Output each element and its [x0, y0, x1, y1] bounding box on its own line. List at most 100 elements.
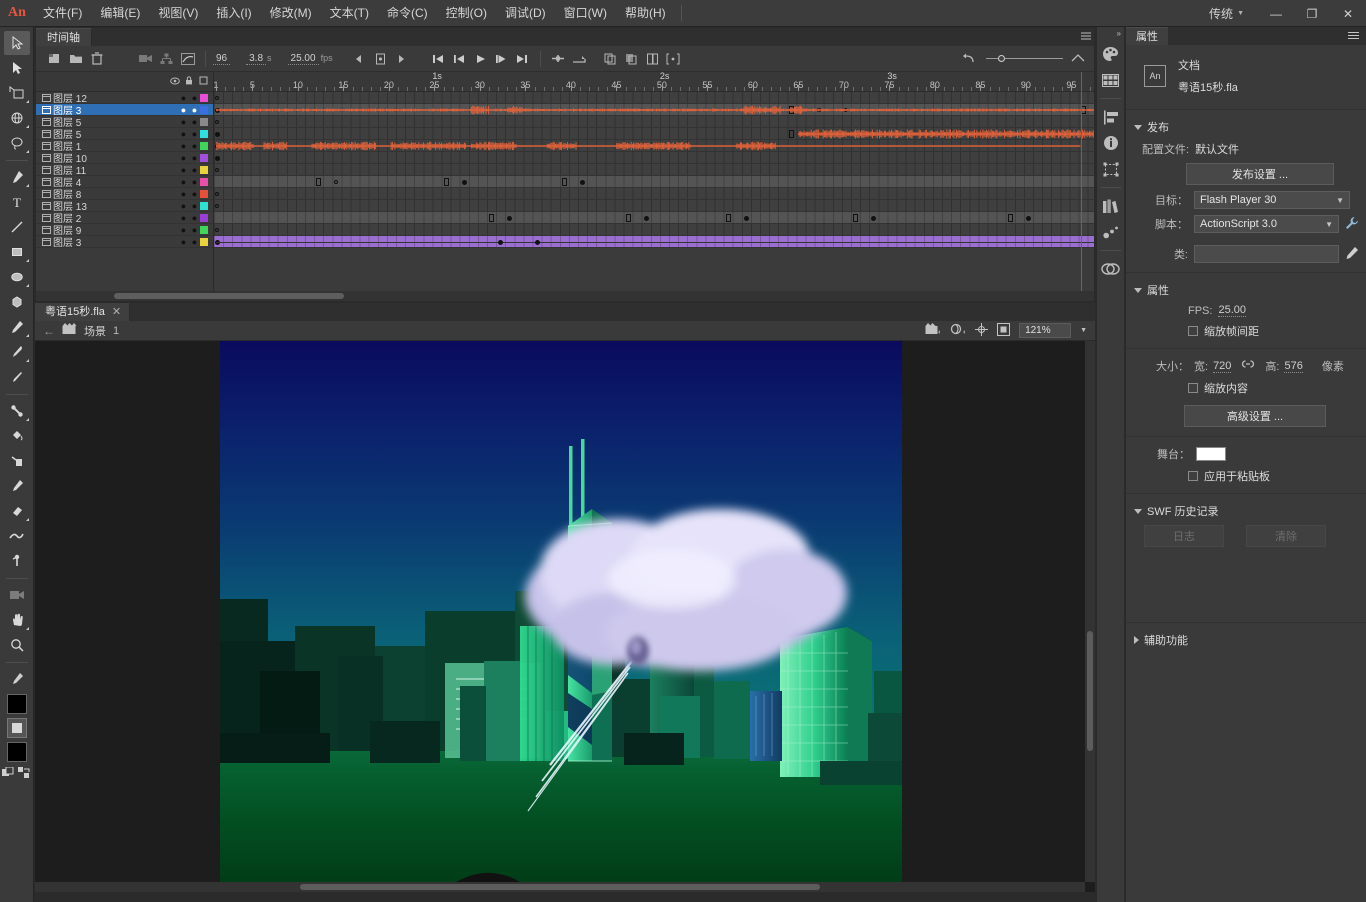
layer-outline-color[interactable]: [200, 165, 208, 174]
script-select[interactable]: ActionScript 3.0 ▼: [1194, 215, 1339, 233]
height-value[interactable]: 576: [1284, 360, 1303, 373]
frame-row[interactable]: [214, 128, 1094, 140]
frame-row[interactable]: [214, 164, 1094, 176]
frame-row[interactable]: [214, 152, 1094, 164]
frame-row[interactable]: [214, 236, 1094, 248]
keyframe-marker[interactable]: [215, 96, 219, 100]
brush-tool[interactable]: [4, 340, 30, 364]
menu-file[interactable]: 文件(F): [34, 0, 91, 27]
lock-icon[interactable]: [183, 76, 195, 87]
stroke-color-swatch[interactable]: [6, 694, 27, 714]
frame-row[interactable]: [214, 104, 1094, 116]
swf-clear-button[interactable]: 清除: [1246, 525, 1326, 547]
keyframe-marker[interactable]: [316, 178, 322, 186]
onion-skin-outline-icon[interactable]: [621, 48, 642, 70]
keyframe-marker[interactable]: [443, 178, 449, 186]
menu-edit[interactable]: 编辑(E): [91, 0, 149, 27]
properties-panel-menu-icon[interactable]: [1348, 32, 1359, 41]
creative-cloud-icon[interactable]: [1098, 256, 1123, 282]
chevron-down-icon[interactable]: [1134, 508, 1142, 514]
pen-tool[interactable]: [4, 165, 30, 189]
subselection-tool[interactable]: [4, 56, 30, 80]
class-input[interactable]: [1194, 245, 1339, 263]
new-layer-icon[interactable]: [44, 48, 65, 70]
keyframe-marker[interactable]: [215, 120, 219, 124]
delete-layer-icon[interactable]: [86, 48, 107, 70]
layer-outline-color[interactable]: [200, 153, 208, 162]
current-frame-value[interactable]: 96: [213, 53, 231, 65]
rectangle-tool[interactable]: [4, 240, 30, 264]
attributes-section-header[interactable]: 属性: [1126, 279, 1366, 301]
current-frame-readout[interactable]: 96: [213, 53, 231, 65]
keyframe-marker[interactable]: [725, 214, 731, 222]
keyframe-marker[interactable]: [743, 216, 749, 221]
publish-settings-button[interactable]: 发布设置 ...: [1186, 163, 1334, 185]
menu-commands[interactable]: 命令(C): [378, 0, 437, 27]
frame-row[interactable]: [214, 140, 1094, 152]
elapsed-time-value[interactable]: 3.8: [246, 53, 267, 65]
timeline-ruler[interactable]: 1510152025303540455055606570758085909510…: [214, 72, 1094, 92]
edit-multiple-frames-icon[interactable]: [642, 48, 663, 70]
keyframe-marker[interactable]: [643, 216, 649, 221]
layer-outline-color[interactable]: [200, 129, 208, 138]
playhead[interactable]: [1080, 72, 1082, 291]
keyframe-marker[interactable]: [215, 156, 220, 161]
minimize-button[interactable]: —: [1258, 0, 1294, 27]
hand-tool[interactable]: [4, 608, 30, 632]
selection-tool[interactable]: [3, 31, 30, 55]
symbol-edit-icon[interactable]: [950, 323, 966, 338]
paint-brush-tool[interactable]: [4, 365, 30, 389]
wrench-icon[interactable]: [1345, 216, 1361, 233]
swf-log-button[interactable]: 日志: [1144, 525, 1224, 547]
color-panel-icon[interactable]: [1098, 41, 1123, 67]
keyframe-marker[interactable]: [215, 228, 219, 232]
layer-lock-toggle[interactable]: ●: [189, 236, 200, 248]
new-folder-icon[interactable]: [65, 48, 86, 70]
keyframe-marker[interactable]: [1007, 214, 1013, 222]
layer-visibility-toggle[interactable]: ●: [178, 236, 189, 248]
paint-bucket-tool[interactable]: [4, 424, 30, 448]
timeline-panel-menu-icon[interactable]: [1081, 31, 1091, 41]
swf-history-header[interactable]: SWF 历史记录: [1126, 500, 1366, 522]
prev-keyframe-icon[interactable]: [349, 48, 370, 70]
keyframe-marker[interactable]: [215, 192, 219, 196]
step-forward-icon[interactable]: [491, 48, 512, 70]
info-panel-icon[interactable]: [1098, 130, 1123, 156]
stage-vertical-scrollbar[interactable]: [1085, 341, 1095, 882]
frame-row[interactable]: [214, 188, 1094, 200]
fill-color-swatch[interactable]: [6, 718, 27, 738]
keyframe-marker[interactable]: [625, 214, 631, 222]
undo-icon[interactable]: [957, 48, 978, 70]
align-panel-icon[interactable]: [1098, 104, 1123, 130]
width-tool[interactable]: [4, 524, 30, 548]
go-to-first-frame-icon[interactable]: [428, 48, 449, 70]
fps-value[interactable]: 25.00: [287, 53, 319, 65]
3d-rotation-tool[interactable]: [4, 106, 30, 130]
fps-value[interactable]: 25.00: [1218, 304, 1246, 317]
parenting-view-icon[interactable]: [156, 48, 177, 70]
center-stage-icon[interactable]: [975, 322, 989, 339]
collapse-panels-icon[interactable]: »: [1117, 29, 1121, 38]
layer-outline-color[interactable]: [200, 93, 208, 102]
secondary-color-swatch[interactable]: [6, 742, 27, 762]
apply-pasteboard-checkbox[interactable]: [1188, 471, 1198, 481]
keyframe-marker[interactable]: [580, 180, 585, 185]
scene-label[interactable]: 场景: [84, 323, 106, 339]
transform-panel-icon[interactable]: [1098, 156, 1123, 182]
advanced-settings-button[interactable]: 高级设置 ...: [1184, 405, 1326, 427]
tab-timeline[interactable]: 时间轴: [36, 28, 92, 46]
loop-playback-icon[interactable]: [370, 48, 391, 70]
modify-onion-markers-icon[interactable]: [663, 48, 684, 70]
keyframe-marker[interactable]: [215, 204, 219, 208]
zoom-tool[interactable]: [4, 633, 30, 657]
stage-area[interactable]: [35, 341, 1095, 892]
eye-icon[interactable]: [169, 77, 181, 87]
menu-window[interactable]: 窗口(W): [555, 0, 616, 27]
line-tool[interactable]: [4, 215, 30, 239]
tab-properties[interactable]: 属性: [1126, 27, 1168, 45]
layer-outline-color[interactable]: [200, 141, 208, 150]
swatches-panel-icon[interactable]: [1098, 67, 1123, 93]
insert-keyframe-icon[interactable]: [548, 48, 569, 70]
close-button[interactable]: ✕: [1330, 0, 1366, 27]
motion-presets-icon[interactable]: [1098, 219, 1123, 245]
